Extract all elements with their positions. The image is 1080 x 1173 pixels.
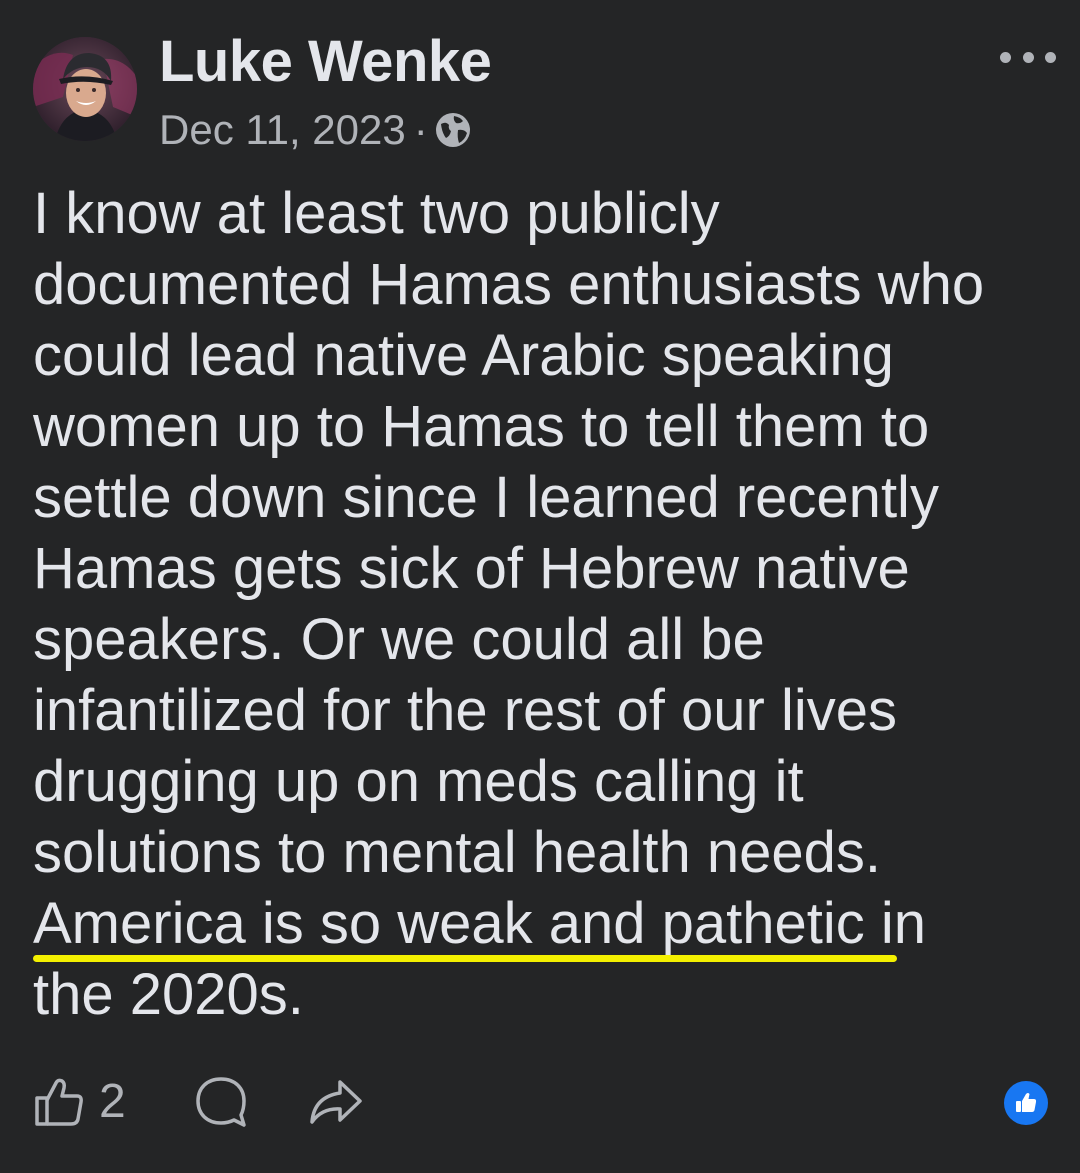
comment-icon[interactable] <box>193 1074 249 1130</box>
highlight-underline <box>33 955 897 962</box>
author-name[interactable]: Luke Wenke <box>159 30 492 94</box>
post-text-line: settle down since I learned recently <box>33 465 939 530</box>
share-icon[interactable] <box>306 1072 366 1132</box>
post-date[interactable]: Dec 11, 2023 <box>159 106 406 154</box>
post-text-line: documented Hamas enthusiasts who <box>33 252 985 317</box>
post-text-line: drugging up on meds calling it <box>33 749 804 814</box>
post-text-line: infantilized for the rest of our lives <box>33 678 897 743</box>
post-text-line: the 2020s. <box>33 962 304 1027</box>
post-text-line: I know at least two publicly <box>33 181 720 246</box>
post-text: I know at least two publicly documented … <box>33 178 1063 1030</box>
like-reaction-icon[interactable] <box>1004 1081 1048 1125</box>
post-text-line: Hamas gets sick of Hebrew native <box>33 536 910 601</box>
post-meta: Dec 11, 2023 · <box>159 105 472 155</box>
post-text-line: could lead native Arabic speaking <box>33 323 894 388</box>
more-dot <box>1045 51 1056 63</box>
thumbs-up-icon <box>35 1078 83 1126</box>
like-button[interactable]: 2 <box>33 1070 126 1134</box>
globe-icon <box>435 113 470 147</box>
post-text-line: women up to Hamas to tell them to <box>33 394 930 459</box>
avatar-photo <box>33 37 137 141</box>
thumbs-up-icon <box>1016 1093 1037 1112</box>
more-options-icon[interactable] <box>1000 44 1056 70</box>
more-dot <box>1000 51 1011 63</box>
post-text-line: America is so weak and pathetic in <box>33 891 926 956</box>
post-card: Luke Wenke Dec 11, 2023 · I know at leas… <box>0 0 1080 1173</box>
post-actions: 2 <box>0 1070 1080 1140</box>
more-dot <box>1022 51 1034 63</box>
post-text-line: speakers. Or we could all be <box>33 607 765 672</box>
avatar[interactable] <box>33 37 137 141</box>
like-count: 2 <box>99 1075 126 1128</box>
meta-separator: · <box>413 106 428 153</box>
post-text-line: solutions to mental health needs. <box>33 820 881 885</box>
